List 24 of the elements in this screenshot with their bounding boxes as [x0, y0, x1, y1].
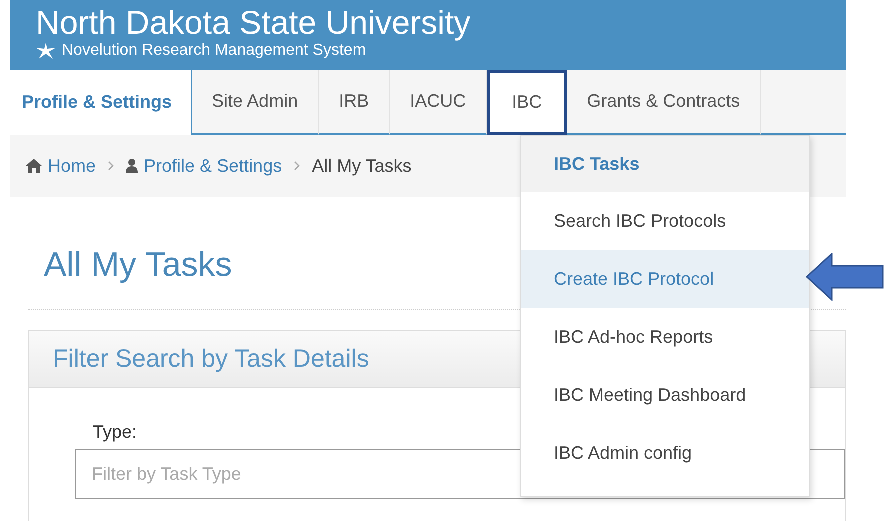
- star-icon: [36, 43, 56, 59]
- breadcrumb-link[interactable]: Profile & Settings: [144, 156, 282, 176]
- menu-item[interactable]: IBC Meeting Dashboard: [521, 366, 809, 424]
- home-icon: [26, 159, 42, 173]
- field-label: Type:: [93, 422, 138, 443]
- system-subtitle: Novelution Research Management System: [62, 42, 366, 60]
- nav-tab[interactable]: IBC: [487, 70, 568, 135]
- nav-tab[interactable]: Grants & Contracts: [567, 70, 762, 135]
- chevron-icon: [108, 161, 114, 171]
- menu-item[interactable]: IBC Ad-hoc Reports: [521, 308, 809, 366]
- menu-item[interactable]: Search IBC Protocols: [521, 192, 809, 250]
- menu-item[interactable]: Create IBC Protocol: [521, 250, 809, 308]
- panel-title: Filter Search by Task Details: [53, 344, 370, 374]
- nav-tab[interactable]: Profile & Settings: [10, 70, 192, 135]
- nav-tab[interactable]: IRB: [319, 70, 390, 135]
- breadcrumb-link[interactable]: Home: [48, 156, 96, 176]
- nav-tab[interactable]: IACUC: [390, 70, 488, 135]
- breadcrumb-current: All My Tasks: [312, 156, 412, 176]
- menu-title: IBC Tasks: [554, 154, 640, 174]
- user-icon: [126, 159, 138, 173]
- university-title: North Dakota State University: [36, 4, 472, 42]
- nav-tab[interactable]: Site Admin: [192, 70, 320, 135]
- page-title: All My Tasks: [44, 245, 232, 286]
- chevron-icon: [294, 161, 300, 171]
